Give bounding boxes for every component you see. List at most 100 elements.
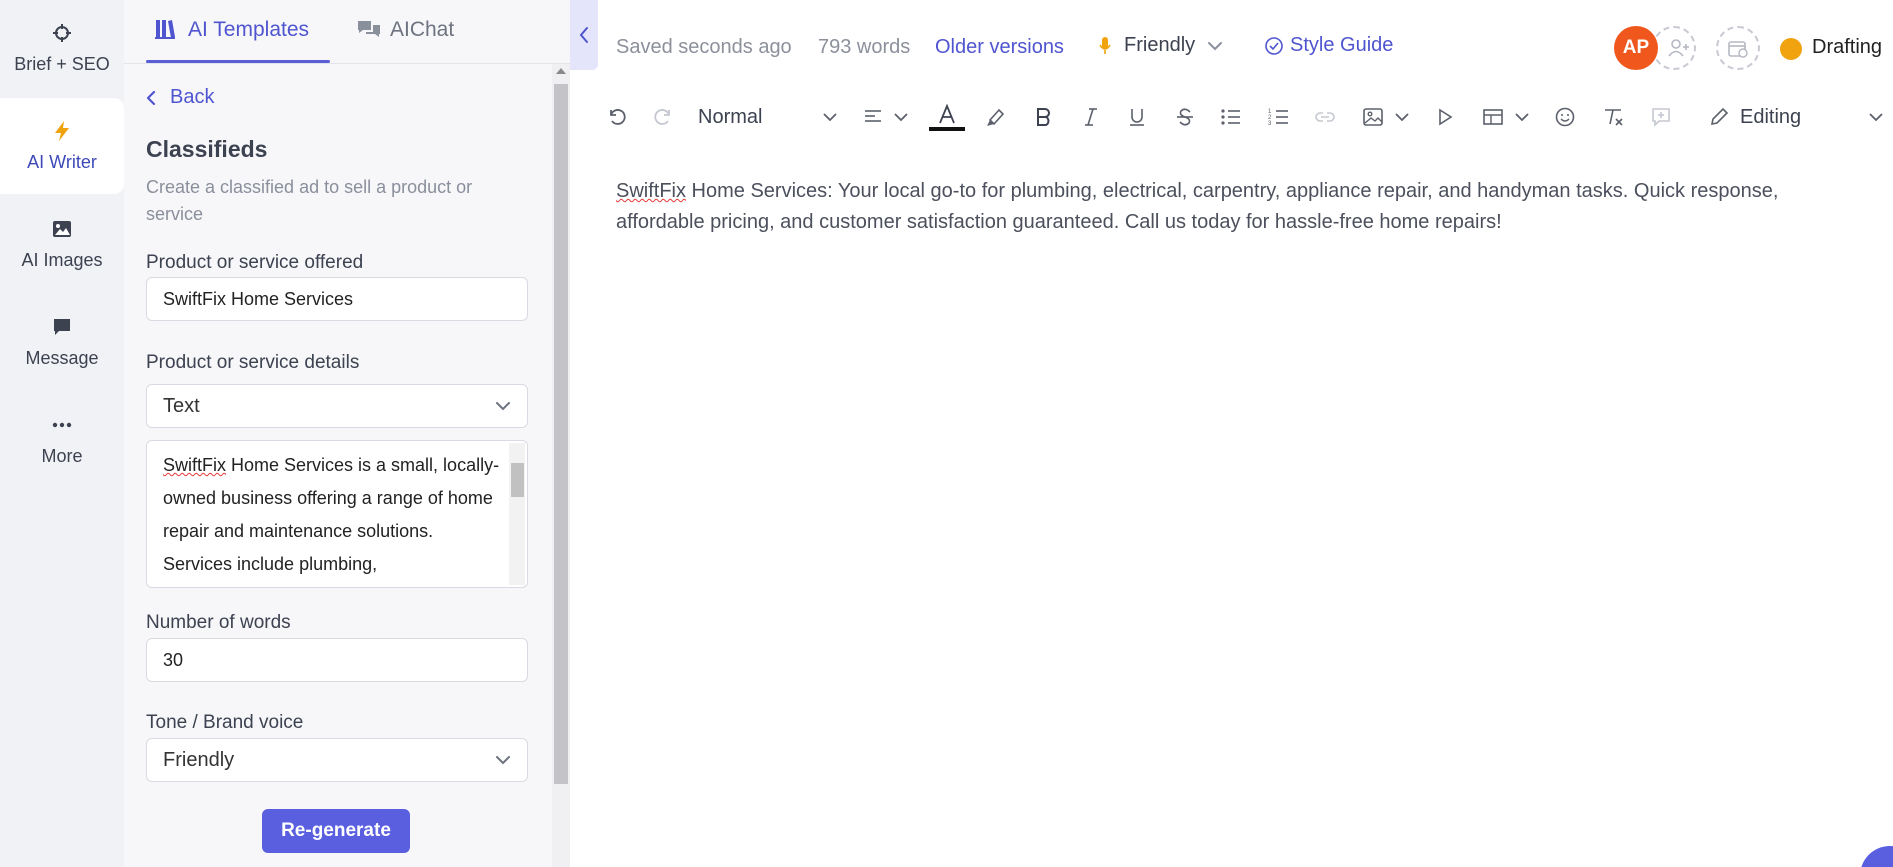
- undo-button[interactable]: [604, 104, 630, 130]
- chevron-down-icon: [823, 113, 837, 122]
- redo-icon: [654, 109, 670, 125]
- chevron-left-icon: [146, 90, 156, 105]
- editing-mode-select[interactable]: Editing: [1708, 104, 1884, 130]
- rail-label: AI Images: [21, 249, 103, 270]
- tab-ai-templates[interactable]: AI Templates: [154, 18, 309, 62]
- product-input[interactable]: SwiftFix Home Services: [146, 277, 528, 321]
- document-paragraph[interactable]: SwiftFix Home Services: Your local go-to…: [616, 176, 1856, 238]
- text-color-button[interactable]: [928, 103, 966, 131]
- emoji-button[interactable]: [1552, 104, 1578, 130]
- bullet-list-icon: [1221, 109, 1240, 125]
- left-rail: Brief + SEO AI Writer AI Images Message …: [0, 0, 124, 867]
- scroll-up-arrow[interactable]: [556, 68, 566, 74]
- words-label: Number of words: [146, 612, 291, 633]
- document-status[interactable]: Drafting: [1812, 36, 1882, 59]
- image-insert-dropdown[interactable]: [1360, 104, 1412, 130]
- rail-item-brief-seo[interactable]: Brief + SEO: [0, 0, 124, 96]
- media-button[interactable]: [1432, 104, 1458, 130]
- chevron-down-icon: [496, 756, 510, 765]
- panel-scroll-thumb[interactable]: [554, 84, 568, 784]
- numbered-list-button[interactable]: 123: [1266, 104, 1292, 130]
- italic-button[interactable]: [1078, 104, 1104, 130]
- back-link[interactable]: Back: [146, 86, 214, 109]
- words-input[interactable]: 30: [146, 638, 528, 682]
- chevron-down-icon: [496, 402, 510, 411]
- strikethrough-icon: [1177, 108, 1193, 126]
- editor-topbar: Saved seconds ago 793 words Older versio…: [598, 0, 1893, 94]
- numbered-list-icon: 123: [1268, 109, 1288, 127]
- rail-label: Brief + SEO: [14, 53, 110, 74]
- templates-icon: [154, 18, 178, 42]
- tone-dropdown[interactable]: Friendly: [1098, 34, 1223, 57]
- add-user-button[interactable]: [1652, 26, 1696, 70]
- details-type-select[interactable]: Text: [146, 384, 528, 428]
- rail-label: AI Writer: [27, 151, 97, 172]
- word-count: 793 words: [818, 36, 911, 58]
- collapse-panel-button[interactable]: [570, 0, 598, 70]
- bullet-list-button[interactable]: [1218, 104, 1244, 130]
- document-body[interactable]: SwiftFix Home Services: Your local go-to…: [616, 176, 1856, 238]
- image-icon: [1363, 108, 1383, 126]
- details-text: SwiftFix Home Services is a small, local…: [163, 449, 501, 581]
- chevron-down-icon: [1395, 113, 1409, 122]
- older-versions-link[interactable]: Older versions: [935, 36, 1064, 59]
- add-comment-button[interactable]: [1648, 104, 1674, 130]
- redo-button[interactable]: [650, 104, 676, 130]
- strikethrough-button[interactable]: [1172, 104, 1198, 130]
- rail-item-message[interactable]: Message: [0, 294, 124, 390]
- text-style-value: Normal: [698, 105, 763, 128]
- product-label: Product or service offered: [146, 252, 364, 273]
- schedule-button[interactable]: [1716, 26, 1760, 70]
- textarea-scrollbar[interactable]: [509, 443, 525, 585]
- back-label: Back: [170, 86, 215, 108]
- clear-format-icon: [1605, 109, 1623, 126]
- highlight-button[interactable]: [982, 104, 1008, 130]
- undo-icon: [610, 109, 626, 125]
- emoji-icon: [1555, 107, 1575, 127]
- editing-mode-value: Editing: [1740, 105, 1802, 128]
- link-icon: [1315, 112, 1335, 122]
- comment-icon: [1652, 108, 1670, 127]
- image-icon: [51, 218, 73, 240]
- tone-dropdown-value: Friendly: [1124, 34, 1196, 56]
- panel-scrollbar[interactable]: [552, 64, 570, 867]
- tone-select[interactable]: Friendly: [146, 738, 528, 782]
- chevron-down-icon: [1208, 41, 1223, 50]
- tab-aichat[interactable]: AIChat: [356, 18, 454, 62]
- status-indicator-dot: [1780, 38, 1802, 60]
- rail-item-ai-writer[interactable]: AI Writer: [0, 98, 124, 194]
- link-button[interactable]: [1312, 104, 1338, 130]
- tab-label: AIChat: [390, 18, 455, 41]
- style-guide-label: Style Guide: [1290, 34, 1394, 56]
- microphone-icon: [1099, 36, 1111, 54]
- pencil-icon: [1710, 107, 1729, 126]
- text-style-select[interactable]: Normal: [698, 104, 838, 130]
- table-dropdown[interactable]: [1480, 104, 1532, 130]
- tone-value: Friendly: [163, 748, 235, 771]
- help-chat-button[interactable]: [1860, 846, 1893, 867]
- template-title: Classifieds: [146, 136, 268, 162]
- lightning-icon: [51, 120, 73, 142]
- highlighter-icon: [987, 108, 1005, 126]
- avatar[interactable]: AP: [1614, 26, 1658, 70]
- align-dropdown[interactable]: [860, 104, 912, 130]
- textarea-scroll-thumb[interactable]: [511, 463, 524, 497]
- tab-label: AI Templates: [188, 18, 310, 41]
- check-circle-icon: [1265, 36, 1283, 55]
- chevron-left-icon: [579, 27, 588, 43]
- chevron-down-icon: [894, 113, 908, 122]
- rail-item-more[interactable]: More: [0, 392, 124, 488]
- details-textarea[interactable]: SwiftFix Home Services is a small, local…: [146, 440, 528, 588]
- regenerate-button[interactable]: Re-generate: [262, 809, 410, 853]
- underline-button[interactable]: [1124, 104, 1150, 130]
- bold-button[interactable]: [1030, 104, 1056, 130]
- rail-item-ai-images[interactable]: AI Images: [0, 196, 124, 292]
- chevron-down-icon: [1515, 113, 1529, 122]
- calendar-icon: [1728, 41, 1748, 58]
- clear-formatting-button[interactable]: [1600, 104, 1626, 130]
- templates-panel: AI Templates AIChat Back Classifieds Cre…: [124, 0, 570, 867]
- align-left-icon: [865, 110, 881, 122]
- tone-label: Tone / Brand voice: [146, 712, 304, 733]
- style-guide-link[interactable]: Style Guide: [1264, 34, 1393, 57]
- details-label: Product or service details: [146, 352, 360, 373]
